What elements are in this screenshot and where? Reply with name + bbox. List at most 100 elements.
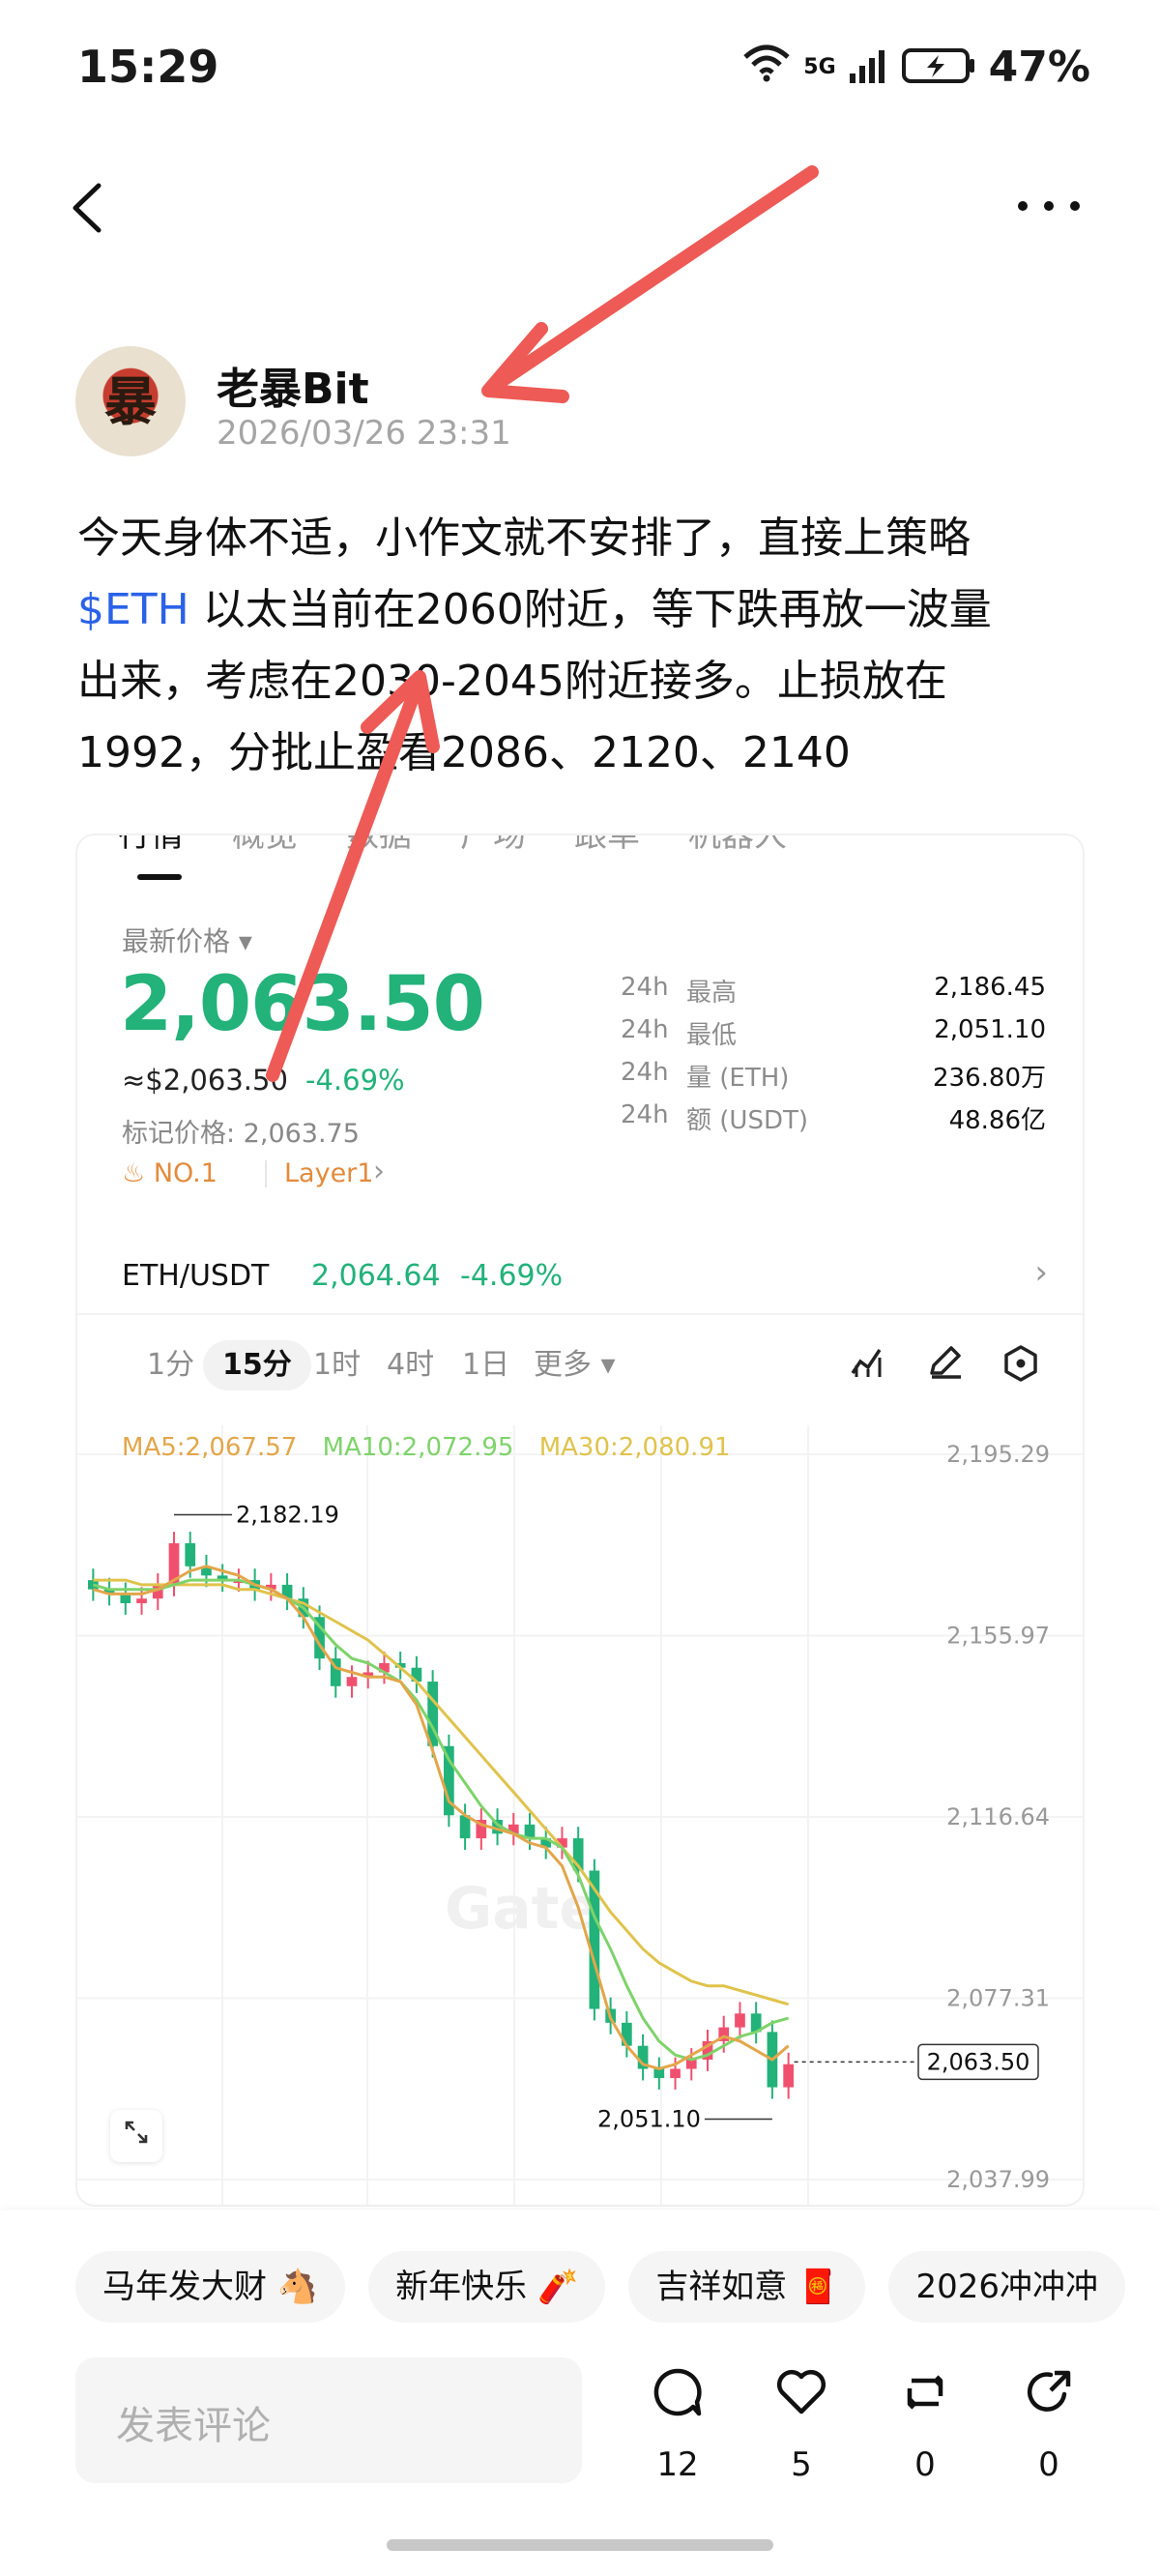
comment-button[interactable]: 12: [634, 2365, 721, 2484]
y-tick-label: 2,195.29: [946, 1441, 1050, 1468]
y-tick-label: 2,116.64: [946, 1803, 1050, 1830]
candle-body: [346, 1677, 358, 1686]
draw-pen-icon: [926, 1344, 965, 1388]
pair-change: -4.69%: [460, 1259, 564, 1293]
comment-input[interactable]: 发表评论: [75, 2357, 582, 2483]
pair-name: ETH/USDT: [122, 1259, 270, 1293]
quick-reply-chips: 马年发大财 🐴 新年快乐 🧨 吉祥如意 🧧 2026冲冲冲: [75, 2251, 1148, 2325]
settings-hex-icon: [1001, 1344, 1040, 1391]
indicator-icon: [849, 1344, 887, 1388]
eth-tag-link[interactable]: $ETH: [77, 585, 189, 634]
chart-grid: [77, 1425, 1083, 2205]
quick-chip[interactable]: 新年快乐 🧨: [368, 2251, 606, 2323]
post-timestamp: 2026/03/26 23:31: [217, 414, 511, 453]
market-screenshot-card[interactable]: 行情 概览 数据 广场 跟单 机器人 最新价格 ▾ 2,063.50 ≈$2,0…: [75, 834, 1085, 2207]
chevron-left-icon: [72, 183, 102, 233]
card-tab: 跟单: [574, 834, 640, 855]
stat-row: 24h 最高 2,186.45: [621, 973, 1046, 1008]
author-header: 暴 老暴Bit 2026/03/26 23:31: [75, 346, 1042, 462]
price-label: 最新价格 ▾: [122, 925, 252, 957]
top-nav: [0, 164, 1160, 251]
chevron-right-icon: ›: [1034, 1253, 1048, 1292]
price-change: -4.69%: [305, 1064, 405, 1097]
candles-group: [88, 1532, 794, 2099]
post-line-2: $ETH 以太当前在2060附近，等下跌再放一波量: [77, 574, 1092, 646]
more-button[interactable]: [1015, 174, 1083, 222]
timeframe-1m: 1分: [147, 1348, 195, 1382]
avatar-logo: 暴: [104, 370, 157, 432]
author-name[interactable]: 老暴Bit: [217, 354, 369, 416]
comment-count: 12: [656, 2445, 699, 2484]
repost-icon: [882, 2365, 969, 2432]
stat-row: 24h 额 (USDT) 48.86亿: [621, 1100, 1046, 1135]
stats-panel: 24h 最高 2,186.45 24h 最低 2,051.10 24h 量 (ETH) 23…: [621, 973, 1046, 1143]
high-price-label: 2,182.19: [236, 1501, 339, 1528]
status-icons: 5G 47%: [741, 43, 1090, 92]
bottom-panel: 马年发大财 🐴 新年快乐 🧨 吉祥如意 🧧 2026冲冲冲 发表评论 12 5 0 0: [0, 2210, 1160, 2576]
active-tab-underline: [137, 874, 182, 880]
candle-body: [735, 2013, 745, 2028]
chevron-right-icon: ›: [373, 1155, 385, 1188]
mark-price: 标记价格: 2,063.75: [122, 1119, 360, 1149]
comment-icon: [634, 2365, 721, 2432]
candle-body: [783, 2064, 794, 2088]
pair-price: 2,064.64: [311, 1259, 441, 1293]
post-line-3: 出来，考虑在2030-2045附近接多。止损放在: [77, 657, 947, 706]
expand-chart-button: [110, 2110, 162, 2162]
quick-chip[interactable]: 吉祥如意 🧧: [628, 2251, 866, 2323]
like-count: 5: [791, 2445, 812, 2484]
low-price-label: 2,051.10: [597, 2105, 701, 2132]
pair-row: ETH/USDT 2,064.64 -4.69% ›: [77, 1242, 1083, 1315]
status-bar: 15:29 5G 47%: [0, 0, 1160, 145]
ma30-label: MA30:2,080.91: [538, 1433, 731, 1462]
rank-badge: ♨ NO.1: [122, 1158, 218, 1188]
post-line-2-rest: 以太当前在2060附近，等下跌再放一波量: [188, 585, 992, 634]
post-line-4: 1992，分批止盈看2086、2120、2140: [77, 728, 851, 777]
like-button[interactable]: 5: [758, 2365, 845, 2484]
ma5-label: MA5:2,067.57: [122, 1433, 298, 1462]
ma-legend: MA5:2,067.57 MA10:2,072.95 MA30:2,080.91: [122, 1433, 731, 1462]
candlestick-chart: Gate 2,195.29 2,155.97 2,116.64 2,077.31 2,0…: [77, 1425, 1083, 2205]
quick-chip[interactable]: 2026冲冲冲: [888, 2251, 1125, 2323]
signal-icon: [848, 46, 890, 89]
heart-icon: [758, 2365, 845, 2432]
avatar[interactable]: 暴: [75, 346, 186, 456]
divider: [77, 1313, 1083, 1315]
quick-chip[interactable]: 马年发大财 🐴: [75, 2251, 346, 2323]
gate-watermark: Gate: [445, 1875, 598, 1943]
candle-body: [185, 1542, 196, 1566]
last-price: 2,063.50: [120, 961, 485, 1048]
stat-row: 24h 量 (ETH) 236.80万: [621, 1058, 1046, 1093]
ma10-line: [92, 1578, 790, 2062]
y-axis-labels: 2,195.29 2,155.97 2,116.64 2,077.31 2,037.99: [946, 1441, 1050, 2193]
more-horizontal-icon: [1018, 201, 1080, 211]
card-tab: 数据: [346, 834, 412, 855]
comment-placeholder: 发表评论: [116, 2404, 271, 2448]
stat-row: 24h 最低 2,051.10: [621, 1015, 1046, 1050]
back-button[interactable]: [68, 174, 126, 242]
post-body: 今天身体不适，小作文就不安排了，直接上策略 $ETH 以太当前在2060附近，等…: [77, 503, 1092, 789]
repost-button[interactable]: 0: [882, 2365, 969, 2484]
status-time: 15:29: [77, 41, 219, 93]
timeframe-4h: 4时: [387, 1348, 435, 1382]
y-tick-label: 2,155.97: [946, 1622, 1050, 1649]
repost-count: 0: [914, 2445, 936, 2484]
candle-body: [136, 1598, 147, 1603]
candle-body: [670, 2068, 681, 2079]
timeframe-row: 1分 15分 1时 4时 1日 更多 ▾: [77, 1319, 1083, 1412]
ma10-label: MA10:2,072.95: [322, 1433, 514, 1462]
share-count: 0: [1038, 2445, 1059, 2484]
share-button[interactable]: 0: [1005, 2365, 1092, 2484]
network-label: 5G: [803, 55, 836, 79]
last-price-label: 2,063.50: [927, 2048, 1030, 2075]
card-tab: 行情: [118, 834, 184, 855]
ma30-line: [93, 1578, 790, 2006]
post-line-1: 今天身体不适，小作文就不安排了，直接上策略: [77, 513, 971, 563]
battery-percent: 47%: [988, 43, 1090, 92]
home-indicator: [387, 2539, 773, 2551]
y-tick-label: 2,077.31: [946, 1985, 1050, 2012]
card-tab: 机器人: [688, 834, 787, 855]
card-tab: 广场: [460, 834, 526, 855]
share-icon: [1005, 2365, 1092, 2432]
card-tab: 概览: [232, 834, 298, 855]
